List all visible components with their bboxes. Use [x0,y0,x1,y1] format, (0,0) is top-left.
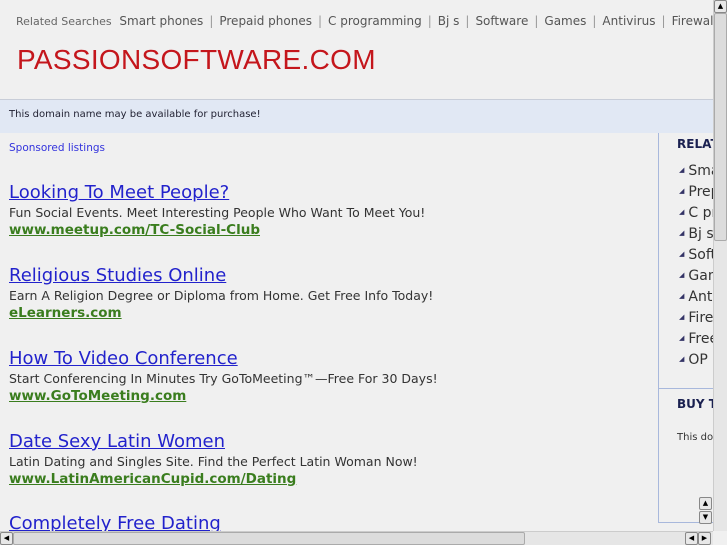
related-searches-bar: Related Searches Smart phones | Prepaid ph… [16,14,713,28]
related-search-link[interactable]: Firewall [672,14,713,28]
vertical-scroll-thumb[interactable] [714,13,727,241]
separator: | [534,14,539,28]
related-search-link[interactable]: Prepaid phones [219,14,312,28]
sidebar-related-link[interactable]: ◢Antivirus [679,289,713,310]
site-logo: PASSIONSOFTWARE.COM [17,44,376,75]
related-searches-label: Related Searches [16,15,112,28]
scroll-right-button[interactable]: ▶ [698,532,711,545]
scroll-up-button[interactable]: ▲ [714,0,727,13]
related-search-link[interactable]: Antivirus [602,14,655,28]
related-search-link[interactable]: Smart phones [119,14,203,28]
sidebar-buy-text: This domain [677,432,713,443]
related-search-link[interactable]: Bj s [438,14,460,28]
sidebar-related-title: RELATED [677,137,713,151]
sidebar-link-label: Bj s [688,226,713,242]
ad-description: Start Conferencing In Minutes Try GoToMe… [9,371,438,386]
ad-listing: Date Sexy Latin Women Latin Dating and Si… [9,431,418,488]
scroll-left-button-2[interactable]: ◀ [685,532,698,545]
page-viewport: Related Searches Smart phones | Prepaid ph… [0,0,713,531]
ad-listing: How To Video Conference Start Conferencin… [9,348,438,405]
sidebar-scroll-down-button[interactable]: ▼ [699,511,712,524]
arrow-bullet-icon: ◢ [679,271,685,279]
sidebar-related-link[interactable]: ◢C programming [679,205,713,226]
separator: | [661,14,666,28]
separator: | [427,14,432,28]
horizontal-scroll-thumb[interactable] [13,532,525,545]
ad-title-link[interactable]: Religious Studies Online [9,265,433,287]
sidebar-related-list: ◢Smart phones◢Prepaid phones◢C programmi… [679,163,713,373]
sidebar-related-link[interactable]: ◢ OP [679,352,713,373]
ad-title-link[interactable]: Date Sexy Latin Women [9,431,418,453]
ad-description: Fun Social Events. Meet Interesting Peop… [9,205,426,220]
separator: | [209,14,214,28]
sidebar-related-link[interactable]: ◢Firewall [679,310,713,331]
sidebar-buy-title: BUY THIS DOMAIN [677,397,713,411]
ad-url-link[interactable]: www.LatinAmericanCupid.com/Dating [9,470,418,488]
arrow-bullet-icon: ◢ [679,334,685,342]
related-search-link[interactable]: C programming [328,14,422,28]
sponsored-listings-label: Sponsored listings [9,142,105,154]
sidebar-related-link[interactable]: ◢Software [679,247,713,268]
sidebar-link-label: Free antivirus [688,331,713,347]
ad-listing: Looking To Meet People? Fun Social Events… [9,182,425,239]
ad-title-link[interactable]: How To Video Conference [9,348,438,370]
sidebar: RELATED ◢Smart phones◢Prepaid phones◢C p… [658,133,713,523]
sidebar-scroll-up-button[interactable]: ▲ [699,497,712,510]
sidebar-link-label: OP [688,352,708,368]
ad-url-link[interactable]: eLearners.com [9,304,433,322]
arrow-bullet-icon: ◢ [679,355,685,363]
ad-description: Earn A Religion Degree or Diploma from H… [9,288,434,303]
arrow-bullet-icon: ◢ [679,229,685,237]
ad-url-link[interactable]: www.meetup.com/TC-Social-Club [9,221,425,239]
sidebar-link-label: Smart phones [688,163,713,179]
arrow-bullet-icon: ◢ [679,208,685,216]
sidebar-related-link[interactable]: ◢Prepaid phones [679,184,713,205]
ad-title-link[interactable]: Completely Free Dating [9,513,221,531]
related-search-link[interactable]: Games [544,14,586,28]
domain-sale-banner: This domain name may be available for pu… [0,99,713,133]
scroll-left-button[interactable]: ◀ [0,532,13,545]
sidebar-related-link[interactable]: ◢Smart phones [679,163,713,184]
arrow-bullet-icon: ◢ [679,250,685,258]
sidebar-related-link[interactable]: ◢ Bj s [679,226,713,247]
arrow-bullet-icon: ◢ [679,313,685,321]
ad-listing: Religious Studies Online Earn A Religion … [9,265,433,322]
arrow-bullet-icon: ◢ [679,292,685,300]
sidebar-link-label: C programming [688,205,713,221]
sidebar-related-link[interactable]: ◢Free antivirus [679,331,713,352]
sidebar-link-label: Prepaid phones [688,184,713,200]
ad-title-link[interactable]: Looking To Meet People? [9,182,425,204]
ad-listing: Completely Free Dating [9,513,221,531]
sidebar-link-label: Software [688,247,713,263]
ad-url-link[interactable]: www.GoToMeeting.com [9,387,438,405]
arrow-bullet-icon: ◢ [679,187,685,195]
arrow-bullet-icon: ◢ [679,166,685,174]
separator: | [317,14,323,28]
separator: | [465,14,470,28]
sidebar-link-label: Games [688,268,713,284]
ad-description: Latin Dating and Singles Site. Find the … [9,454,418,469]
sidebar-divider [659,388,713,389]
sidebar-related-link[interactable]: ◢Games [679,268,713,289]
related-search-link[interactable]: Software [475,14,528,28]
sidebar-link-label: Firewall [688,310,713,326]
sidebar-link-label: Antivirus [688,289,713,305]
separator: | [592,14,597,28]
